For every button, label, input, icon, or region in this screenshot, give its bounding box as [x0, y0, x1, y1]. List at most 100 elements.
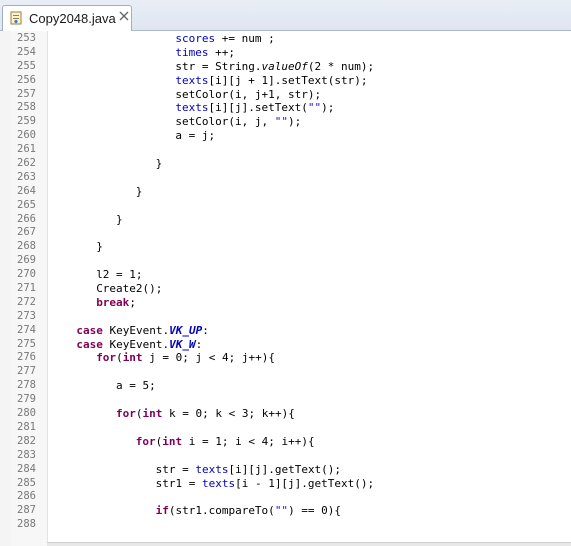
line-number: 257 — [17, 87, 36, 100]
line-number: 271 — [17, 282, 36, 295]
code-text: } — [50, 184, 143, 199]
code-line[interactable]: 280 for(int k = 0; k < 3; k++){ — [0, 407, 571, 421]
close-icon[interactable] — [118, 10, 130, 22]
line-number: 277 — [17, 365, 36, 378]
code-token: "" — [307, 101, 322, 115]
code-line[interactable]: 264} — [0, 185, 571, 199]
code-line[interactable]: 256 texts[i][j + 1].setText(str); — [0, 74, 571, 88]
java-file-icon — [10, 11, 22, 25]
line-number: 268 — [17, 240, 36, 253]
code-line[interactable]: 265 — [0, 199, 571, 213]
line-number: 272 — [17, 295, 36, 308]
code-line[interactable]: 284 str = texts[i][j].getText(); — [0, 463, 571, 477]
code-line[interactable]: 258 texts[i][j].setText(""); — [0, 101, 571, 115]
code-token: ); — [287, 115, 302, 129]
code-token: ); — [321, 101, 335, 115]
code-text: } — [50, 157, 163, 171]
tab-copy2048-java[interactable]: Copy2048.java — [2, 5, 132, 31]
code-token: a = 5; — [116, 379, 156, 393]
code-line[interactable]: 274 case KeyEvent.VK_UP: — [0, 324, 571, 338]
code-line[interactable]: 268} — [0, 240, 571, 254]
code-token: [i][j].setText( — [208, 101, 308, 115]
code-token: (2 * num); — [307, 59, 375, 73]
code-line[interactable]: 276 for(int j = 0; j < 4; j++){ — [0, 351, 571, 365]
code-token: (str1.compareTo( — [168, 504, 275, 518]
code-token: } — [96, 240, 103, 254]
line-number: 280 — [17, 407, 36, 420]
tab-title: Copy2048.java — [29, 11, 116, 26]
code-token: if — [155, 504, 169, 518]
line-number: 270 — [17, 268, 36, 281]
code-token: for — [96, 351, 117, 365]
code-line[interactable]: 269 — [0, 254, 571, 268]
code-token: setColor(i, j, — [175, 115, 275, 129]
code-line[interactable]: 267 — [0, 226, 571, 240]
code-line[interactable]: 282 for(int i = 1; i < 4; i++){ — [0, 435, 571, 449]
line-number: 279 — [17, 393, 36, 406]
code-token: ( — [116, 351, 123, 365]
code-line[interactable]: 261 — [0, 143, 571, 157]
code-text: texts[i][j + 1].setText(str); — [50, 74, 367, 88]
line-number: 281 — [17, 420, 36, 433]
line-number: 260 — [17, 129, 36, 142]
code-line[interactable]: 260 a = j; — [0, 129, 571, 143]
code-text: scores += num ; — [50, 32, 274, 46]
code-token: } — [135, 184, 143, 198]
code-text: str1 = texts[i - 1][j].getText(); — [50, 476, 375, 491]
code-line[interactable]: 271 Create2(); — [0, 282, 571, 296]
line-number: 287 — [17, 504, 36, 517]
code-token: texts — [201, 476, 236, 490]
code-line[interactable]: 275 case KeyEvent.VK_W: — [0, 338, 571, 352]
editor-tab-bar: Copy2048.java — [0, 0, 571, 31]
code-token: [i][j].getText(); — [228, 462, 342, 476]
code-token: valueOf — [261, 59, 308, 73]
code-token: scores — [175, 32, 216, 45]
code-line[interactable]: 262} — [0, 157, 571, 171]
code-line[interactable]: 288 — [0, 518, 571, 532]
code-line[interactable]: 270 l2 = 1; — [0, 268, 571, 282]
code-text: a = 5; — [50, 379, 156, 393]
code-token: str1 = — [155, 476, 202, 490]
code-text: str = texts[i][j].getText(); — [50, 463, 341, 477]
code-line[interactable]: 283 — [0, 449, 571, 463]
line-number: 274 — [17, 323, 36, 336]
code-token: k = 0; k < 3; k++){ — [162, 407, 295, 421]
line-number: 263 — [17, 170, 36, 183]
code-token: "" — [274, 115, 288, 129]
code-token: i = 1; i < 4; i++){ — [182, 434, 315, 448]
line-number: 275 — [17, 337, 36, 350]
line-number: 253 — [17, 32, 36, 44]
code-line[interactable]: 277 — [0, 365, 571, 379]
line-number: 276 — [17, 351, 36, 364]
code-token: } — [155, 157, 163, 171]
code-token: [i][j + 1].setText(str); — [208, 73, 368, 87]
code-line[interactable]: 253 scores += num ; — [0, 32, 571, 46]
code-line[interactable]: 273 — [0, 310, 571, 324]
line-number: 265 — [17, 198, 36, 211]
code-line[interactable]: 278 a = 5; — [0, 379, 571, 393]
code-token: str = — [155, 462, 196, 476]
code-line[interactable]: 259 setColor(i, j, ""); — [0, 115, 571, 129]
code-line[interactable]: 281 — [0, 421, 571, 435]
code-line[interactable]: 254 times ++; — [0, 46, 571, 60]
line-number: 284 — [17, 462, 36, 475]
line-number: 262 — [17, 157, 36, 170]
code-line[interactable]: 257 setColor(i, j+1, str); — [0, 88, 571, 102]
code-line[interactable]: 272 break; — [0, 296, 571, 310]
code-text: a = j; — [50, 129, 215, 143]
code-line[interactable]: 285 str1 = texts[i - 1][j].getText(); — [0, 477, 571, 491]
code-line[interactable]: 263 — [0, 171, 571, 185]
code-line[interactable]: 266} — [0, 213, 571, 227]
code-line[interactable]: 279 — [0, 393, 571, 407]
code-line[interactable]: 255 str = String.valueOf(2 * num); — [0, 60, 571, 74]
code-text: break; — [50, 296, 136, 310]
code-editor[interactable]: 253 scores += num ; 254 times ++; 255 str = S… — [0, 31, 571, 546]
line-number: 256 — [17, 73, 36, 86]
line-number: 269 — [17, 254, 36, 267]
line-number: 282 — [17, 434, 36, 447]
code-token: case — [76, 337, 103, 351]
horizontal-scrollbar[interactable] — [47, 542, 571, 546]
code-token: setColor(i, j+1, str); — [175, 87, 322, 101]
code-line[interactable]: 286 — [0, 490, 571, 504]
code-line[interactable]: 287 if(str1.compareTo("") == 0){ — [0, 504, 571, 518]
